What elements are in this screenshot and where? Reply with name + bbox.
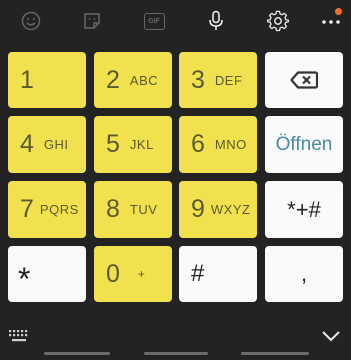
- comma-key[interactable]: ,: [265, 246, 343, 302]
- notification-dot: [335, 8, 342, 15]
- key-0[interactable]: 0 +: [94, 246, 172, 302]
- key-2-letters: ABC: [129, 72, 159, 88]
- gesture-bar-right: [241, 352, 309, 355]
- key-3-digit: 3: [191, 65, 205, 94]
- gif-icon[interactable]: GIF: [141, 8, 167, 34]
- star-key[interactable]: *: [8, 246, 86, 302]
- gesture-bar-center: [144, 352, 208, 355]
- key-1-digit: 1: [20, 65, 34, 94]
- key-0-plus: +: [137, 267, 146, 281]
- more-options-icon[interactable]: [318, 8, 344, 34]
- symbols-key-label: *+#: [287, 196, 321, 222]
- key-7-digit: 7: [20, 195, 34, 223]
- backspace-key[interactable]: [265, 52, 343, 108]
- key-7[interactable]: 7 PQRS: [8, 181, 86, 238]
- key-9-letters: WXYZ: [210, 202, 251, 217]
- comma-key-label: ,: [300, 261, 308, 286]
- key-5-letters: JKL: [129, 137, 154, 152]
- star-key-label: *: [18, 261, 31, 297]
- microphone-icon[interactable]: [203, 8, 229, 34]
- key-1[interactable]: 1: [8, 52, 86, 108]
- key-8-letters: TUV: [129, 202, 158, 217]
- key-8-digit: 8: [106, 195, 120, 223]
- key-6-digit: 6: [191, 130, 205, 158]
- open-key[interactable]: Öffnen: [265, 116, 343, 173]
- key-6-letters: MNO: [214, 137, 247, 152]
- hash-key[interactable]: #: [179, 246, 257, 302]
- keyboard-switch-icon[interactable]: [8, 328, 30, 344]
- hash-key-label: #: [191, 260, 205, 287]
- key-4[interactable]: 4 GHI: [8, 116, 86, 173]
- backspace-icon: [290, 71, 318, 89]
- key-8[interactable]: 8 TUV: [94, 181, 172, 238]
- key-9-digit: 9: [191, 195, 205, 223]
- key-5[interactable]: 5 JKL: [94, 116, 172, 173]
- numeric-keypad: 1 2 ABC 3 DEF 4 GHI 5 JKL 6 MNO Öffnen 7…: [0, 42, 351, 314]
- gesture-bar-left: [44, 352, 110, 355]
- symbols-key[interactable]: *+#: [265, 181, 343, 238]
- key-3-letters: DEF: [214, 72, 243, 88]
- key-6[interactable]: 6 MNO: [179, 116, 257, 173]
- gif-label: GIF: [148, 17, 160, 25]
- keyboard-toolbar: GIF: [0, 0, 351, 42]
- key-5-digit: 5: [106, 130, 120, 158]
- key-3[interactable]: 3 DEF: [179, 52, 257, 108]
- settings-icon[interactable]: [265, 8, 291, 34]
- key-4-letters: GHI: [43, 137, 69, 152]
- key-7-letters: PQRS: [39, 202, 79, 217]
- key-9[interactable]: 9 WXYZ: [179, 181, 257, 238]
- key-4-digit: 4: [20, 130, 34, 158]
- chevron-down-icon[interactable]: [321, 328, 341, 344]
- key-2-digit: 2: [106, 65, 120, 94]
- open-key-label: Öffnen: [275, 133, 333, 155]
- sticker-icon[interactable]: [79, 8, 105, 34]
- key-0-digit: 0: [106, 259, 120, 288]
- emoji-icon[interactable]: [18, 8, 44, 34]
- key-2[interactable]: 2 ABC: [94, 52, 172, 108]
